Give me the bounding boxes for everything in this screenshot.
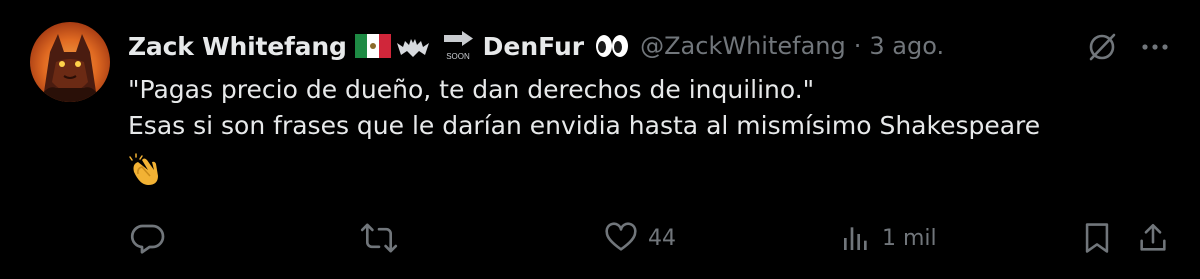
share-button[interactable] [1136,216,1170,260]
more-dots-icon[interactable] [1140,34,1170,60]
bat-icon [395,33,431,59]
like-button[interactable]: 44 [604,216,676,260]
tweet-text: "Pagas precio de dueño, te dan derechos … [128,72,1168,144]
tweet-actions: 44 1 mil [0,216,1200,260]
views-count: 1 mil [882,225,937,251]
eyes-icon [594,34,630,58]
grok-slash-icon[interactable] [1085,30,1119,64]
share-icon [1140,223,1166,251]
author-display-name-suffix[interactable]: DenFur [483,32,584,61]
heart-icon [605,222,637,251]
views-chart-icon [844,227,867,250]
tweet[interactable]: Zack Whitefang SOON DenFur @ZackWhitefan… [0,0,1200,279]
tweet-date[interactable]: 3 ago. [869,32,944,60]
bookmark-button[interactable] [1080,216,1114,260]
like-count: 44 [648,225,676,251]
avatar[interactable] [30,22,110,102]
retweet-button[interactable] [360,216,398,260]
clapping-hands-icon [128,152,164,188]
mexico-flag-icon [354,34,391,58]
separator-dot: · [853,32,862,60]
author-display-name[interactable]: Zack Whitefang [128,32,347,61]
soon-arrow-icon: SOON [441,29,475,63]
tweet-header: Zack Whitefang SOON DenFur @ZackWhitefan… [128,26,944,66]
tweet-text-line-2: Esas si son frases que le darían envidia… [128,111,1041,140]
bookmark-icon [1085,223,1109,253]
tweet-text-line-1: "Pagas precio de dueño, te dan derechos … [128,75,815,104]
views-button[interactable]: 1 mil [840,216,937,260]
retweet-icon [360,223,398,253]
svg-text:SOON: SOON [446,52,470,61]
avatar-image [30,22,110,102]
reply-button[interactable] [130,216,166,260]
author-handle[interactable]: @ZackWhitefang [640,32,846,60]
reply-icon [130,224,165,254]
